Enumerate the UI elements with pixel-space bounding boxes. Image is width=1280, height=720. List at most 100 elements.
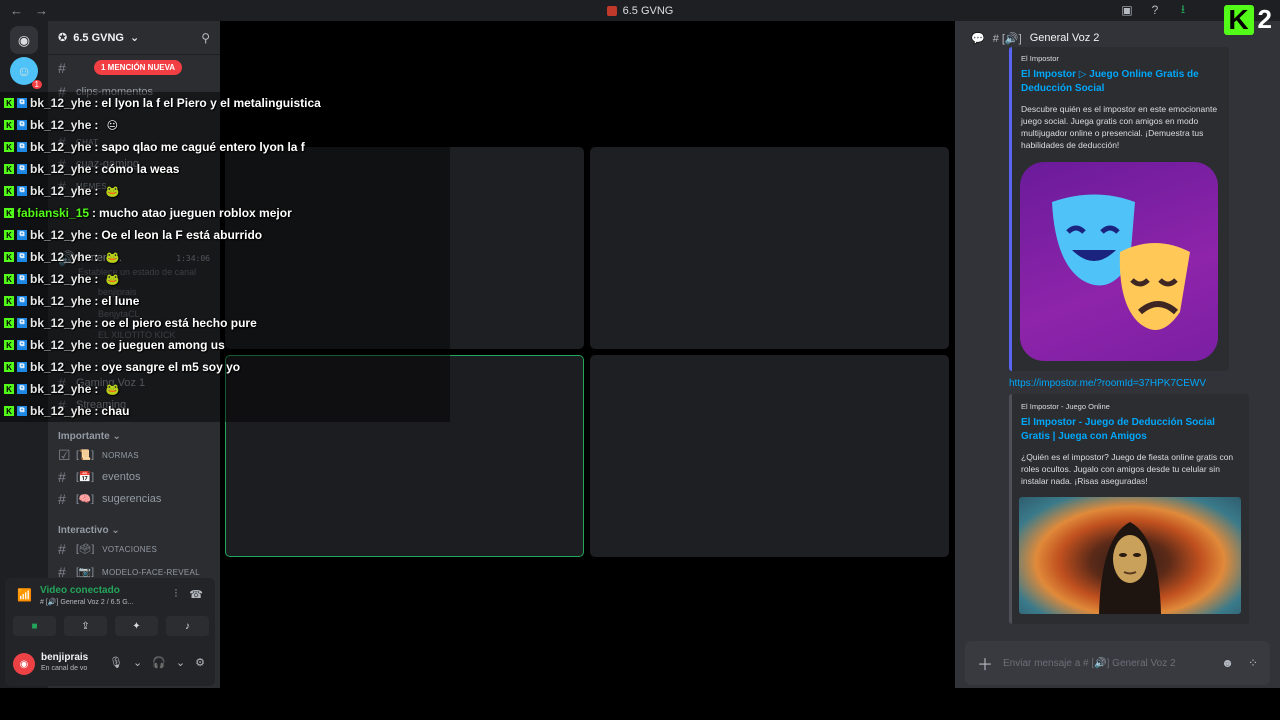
impostor-painting-image[interactable] bbox=[1019, 497, 1241, 614]
category-label: Interactivo bbox=[58, 525, 109, 536]
theater-masks-image[interactable] bbox=[1020, 162, 1218, 361]
overlay-chat-line: K ⧉ bk_12_yhe : el lune bbox=[4, 290, 139, 312]
server-gear-icon: ✪ bbox=[58, 32, 68, 44]
voice-status-subtitle[interactable]: # [🔊] General Voz 2 / 6.5 G... bbox=[40, 598, 134, 606]
video-tile[interactable] bbox=[590, 147, 949, 349]
calendar-icon: [📅] bbox=[76, 471, 95, 483]
hash-icon: # bbox=[58, 60, 66, 76]
kick-badge-icon: K bbox=[4, 274, 14, 284]
overlay-chat-line: K ⧉ bk_12_yhe : oe el piero está hecho pur… bbox=[4, 312, 257, 334]
overlay-chat-line: K ⧉ bk_12_yhe : 🐸 bbox=[4, 180, 120, 202]
user-status: En canal de vo bbox=[41, 665, 88, 672]
message-composer[interactable]: ＋ Enviar mensaje a # [🔊] General Voz 2 ☻… bbox=[965, 641, 1270, 685]
microphone-icon[interactable]: 🎙 bbox=[109, 656, 123, 669]
help-icon[interactable]: ? bbox=[1148, 3, 1162, 17]
server-header[interactable]: ✪ 6.5 GVNG ⌄ ⚲ bbox=[48, 21, 220, 55]
gear-icon[interactable]: ⚙ bbox=[195, 656, 205, 669]
chevron-down-icon[interactable]: ⌄ bbox=[176, 656, 185, 669]
frog-emote-icon: 🐸 bbox=[105, 251, 120, 264]
chat-message: sapo qlao me cagué entero lyon la f bbox=[101, 140, 305, 154]
channel-eventos[interactable]: # [📅] eventos bbox=[48, 466, 220, 488]
chat-username: bk_12_yhe bbox=[30, 272, 92, 286]
chat-username: bk_12_yhe bbox=[30, 338, 92, 352]
chat-message: mucho atao jueguen roblox mejor bbox=[99, 206, 292, 220]
subscriber-badge-icon: ⧉ bbox=[17, 98, 27, 108]
kick-k-icon: K bbox=[1223, 4, 1254, 35]
noise-suppression-icon[interactable]: ⫶ bbox=[175, 588, 178, 601]
chevron-down-icon[interactable]: ⌄ bbox=[133, 656, 142, 669]
channel-votaciones[interactable]: # [🗳] VOTACIONES bbox=[48, 538, 220, 560]
kick-badge-icon: K bbox=[4, 98, 14, 108]
subscriber-badge-icon: ⧉ bbox=[17, 406, 27, 416]
chat-separator: : bbox=[94, 360, 99, 374]
kick-badge-icon: K bbox=[4, 164, 14, 174]
username[interactable]: benjiprais bbox=[41, 652, 88, 663]
overlay-chat-line: K ⧉ bk_12_yhe : 🐸 bbox=[4, 246, 120, 268]
apps-icon[interactable]: ⁘ bbox=[1248, 656, 1258, 670]
kick-badge-icon: K bbox=[4, 296, 14, 306]
server-avatar[interactable]: ☺ 1 bbox=[10, 57, 42, 89]
chat-username: bk_12_yhe bbox=[30, 162, 92, 176]
theater-masks-icon bbox=[1052, 194, 1190, 330]
chat-separator: : bbox=[94, 162, 99, 176]
voice-status-title[interactable]: Video conectado bbox=[40, 585, 120, 596]
kick-badge-icon: K bbox=[4, 142, 14, 152]
channel-sugerencias[interactable]: # [🧠] sugerencias bbox=[48, 488, 220, 510]
chat-separator: : bbox=[94, 96, 99, 110]
activities-button[interactable]: ✦ bbox=[115, 616, 158, 636]
download-icon[interactable]: ⭳ bbox=[1176, 2, 1190, 17]
chat-separator: : bbox=[94, 140, 99, 154]
category-interactivo[interactable]: Interactivo ⌄ bbox=[58, 525, 120, 536]
screenshare-button[interactable]: ⇪ bbox=[64, 616, 107, 636]
chat-username: bk_12_yhe bbox=[30, 118, 92, 132]
add-member-icon[interactable]: ⚲ bbox=[201, 31, 210, 45]
server-icon bbox=[606, 5, 617, 16]
voice-text-chat-panel: 💬 # [🔊] General Voz 2 El Impostor El Imp… bbox=[955, 21, 1280, 688]
checkbox-icon: ☑ bbox=[58, 446, 71, 463]
kick-badge-icon: K bbox=[4, 230, 14, 240]
mention-pill[interactable]: 1 MENCIÓN NUEVA bbox=[94, 60, 183, 75]
message-input[interactable]: Enviar mensaje a # [🔊] General Voz 2 bbox=[1003, 658, 1176, 669]
subscriber-badge-icon: ⧉ bbox=[17, 296, 27, 306]
chevron-down-icon: ⌄ bbox=[129, 32, 140, 44]
embed-title[interactable]: El Impostor - Juego de Deducción Social … bbox=[1021, 416, 1243, 444]
hash-icon: # bbox=[58, 469, 66, 485]
chat-username: bk_12_yhe bbox=[30, 184, 92, 198]
stream-chat-overlay: K ⧉ bk_12_yhe : el lyon la f el Piero y el… bbox=[0, 92, 450, 422]
kick-badge-icon: K bbox=[4, 252, 14, 262]
discord-home-icon[interactable]: ◉ bbox=[10, 26, 38, 54]
overlay-chat-line: K ⧉ bk_12_yhe : oe jueguen among us bbox=[4, 334, 225, 356]
disconnect-icon[interactable]: ☎ bbox=[189, 588, 203, 601]
embed-title[interactable]: El Impostor ▷ Juego Online Gratis de Ded… bbox=[1021, 68, 1226, 96]
inbox-icon[interactable]: ▣ bbox=[1120, 3, 1134, 17]
soundboard-button[interactable]: ♪ bbox=[166, 616, 209, 636]
chat-username: bk_12_yhe bbox=[30, 294, 92, 308]
chat-username: bk_12_yhe bbox=[30, 96, 92, 110]
room-link[interactable]: https://impostor.me/?roomId=37HPK7CEWV bbox=[1009, 378, 1206, 389]
headphones-icon[interactable]: 🎧 bbox=[152, 656, 166, 669]
overlay-chat-line: K ⧉ bk_12_yhe : chau bbox=[4, 400, 129, 422]
signal-icon: 📶 bbox=[17, 588, 32, 602]
avatar[interactable]: ◉ bbox=[13, 653, 35, 675]
video-tile[interactable] bbox=[590, 355, 949, 557]
chat-separator: : bbox=[94, 228, 99, 242]
category-importante[interactable]: Importante ⌄ bbox=[58, 431, 121, 442]
chat-separator: : bbox=[94, 294, 99, 308]
emoji-icon[interactable]: ☻ bbox=[1221, 656, 1234, 670]
voice-connection-panel: 📶 Video conectado # [🔊] General Voz 2 / … bbox=[5, 578, 215, 642]
arrow-left-icon[interactable]: ← bbox=[10, 3, 23, 18]
kick-badge-icon: K bbox=[4, 340, 14, 350]
chat-separator: : bbox=[94, 316, 99, 330]
subscriber-badge-icon: ⧉ bbox=[17, 142, 27, 152]
overlay-chat-line: K ⧉ bk_12_yhe : oye sangre el m5 soy yo bbox=[4, 356, 240, 378]
embed-provider: El Impostor - Juego Online bbox=[1021, 402, 1110, 411]
subscriber-badge-icon: ⧉ bbox=[17, 384, 27, 394]
kick-logo: K 2 bbox=[1223, 4, 1272, 35]
arrow-right-icon[interactable]: → bbox=[35, 3, 48, 18]
embed-provider: El Impostor bbox=[1021, 54, 1059, 63]
channel-label: VOTACIONES bbox=[102, 544, 158, 554]
plus-icon[interactable]: ＋ bbox=[977, 651, 993, 675]
camera-button[interactable]: ■ bbox=[13, 616, 56, 636]
channel-normas[interactable]: ☑ [📜] NORMAS bbox=[48, 444, 220, 466]
subscriber-badge-icon: ⧉ bbox=[17, 252, 27, 262]
